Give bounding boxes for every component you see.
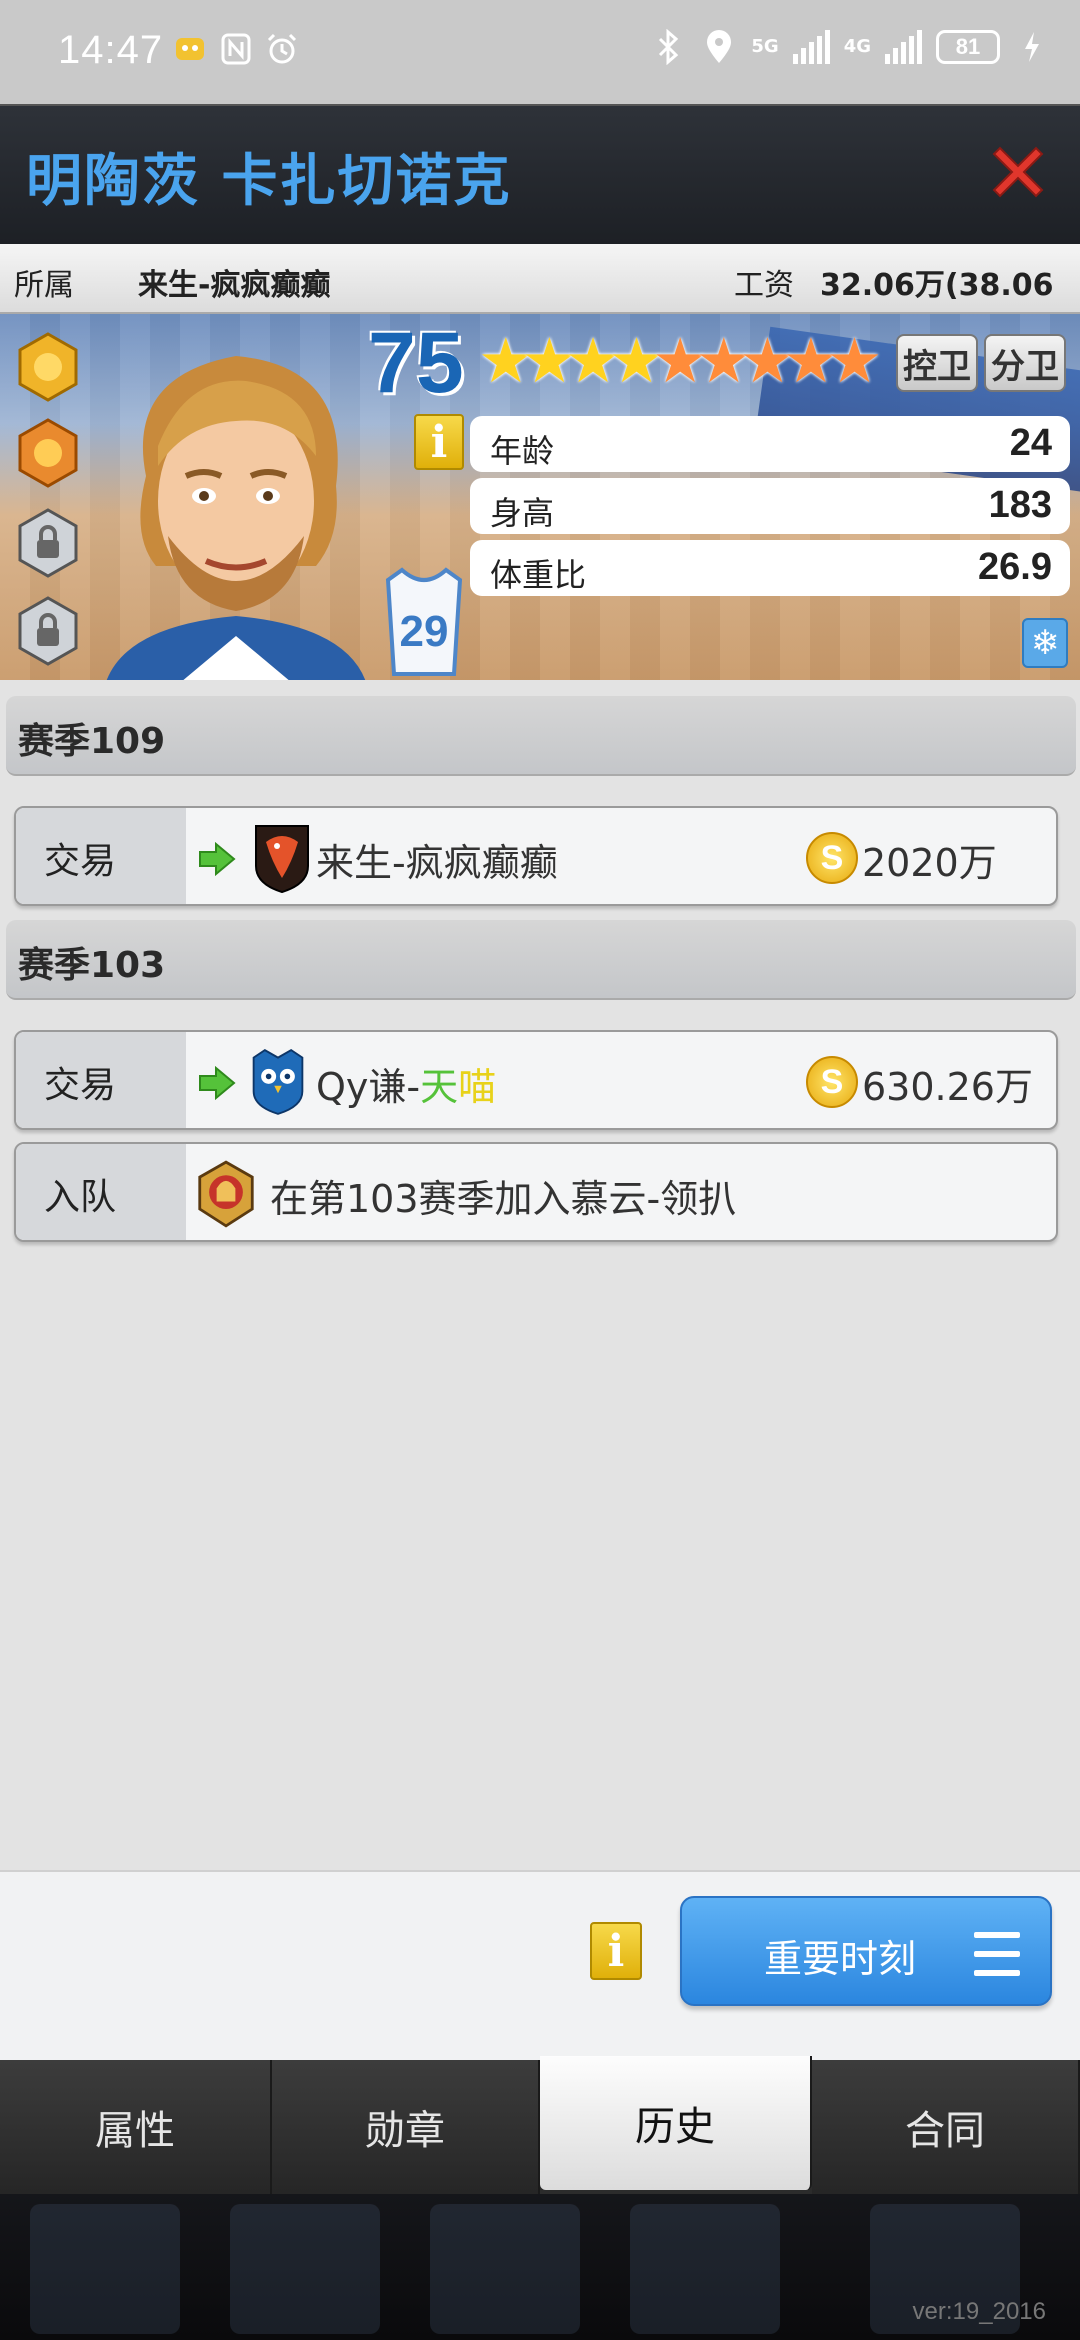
network-5g-label: 5G bbox=[751, 36, 779, 57]
version-label: ver:19_2016 bbox=[912, 2298, 1046, 2325]
signal-4g-icon bbox=[885, 30, 922, 64]
lock-icon bbox=[18, 508, 78, 578]
overall-rating: 75 bbox=[368, 315, 464, 411]
network-4g-label: 4G bbox=[843, 36, 871, 57]
jersey-icon: 29 bbox=[385, 567, 463, 676]
tab-bar: 属性 勋章 历史 合同 bbox=[0, 2056, 1080, 2194]
player-avatar bbox=[106, 356, 366, 680]
close-button[interactable] bbox=[986, 140, 1050, 204]
entry-price: 2020万 bbox=[862, 841, 997, 885]
entry-team-name: Qy谦-天喵 bbox=[316, 1056, 496, 1111]
entry-team-name: 来生-疯疯癫癫 bbox=[316, 841, 558, 885]
alarm-icon bbox=[264, 30, 300, 68]
entry-type: 交易 bbox=[16, 808, 186, 904]
locked-badge-2[interactable] bbox=[16, 596, 80, 668]
stat-label: 身高 bbox=[490, 494, 555, 532]
status-time: 14:47 bbox=[58, 28, 164, 72]
entry-type: 交易 bbox=[16, 1032, 186, 1128]
tab-attributes[interactable]: 属性 bbox=[0, 2060, 272, 2194]
entry-price: 630.26万 bbox=[862, 1065, 1033, 1109]
nav-ghost-item bbox=[230, 2204, 380, 2334]
info-icon[interactable]: i bbox=[590, 1922, 642, 1980]
team-logo-owl-icon bbox=[252, 1049, 304, 1115]
tab-history[interactable]: 历史 bbox=[540, 2056, 812, 2190]
charging-icon bbox=[1014, 28, 1050, 66]
tab-contract[interactable]: 合同 bbox=[812, 2060, 1080, 2194]
gold-badge-icon bbox=[18, 332, 78, 402]
season-title: 赛季103 bbox=[18, 945, 166, 986]
signal-5g-icon bbox=[792, 30, 830, 64]
nav-ghost-item bbox=[630, 2204, 780, 2334]
coin-icon: S bbox=[806, 1056, 858, 1108]
stat-value: 24 bbox=[1009, 422, 1052, 464]
stat-label: 体重比 bbox=[490, 556, 587, 594]
nfc-icon bbox=[218, 30, 254, 68]
gold-badge-icon bbox=[18, 418, 78, 488]
app-notification-icon bbox=[172, 30, 208, 68]
arrow-right-icon bbox=[199, 842, 236, 876]
info-icon[interactable]: i bbox=[414, 414, 464, 470]
stat-label: 年龄 bbox=[490, 432, 555, 470]
team-label: 所属 bbox=[14, 268, 74, 303]
battery-icon: 81 bbox=[936, 30, 1000, 64]
close-icon bbox=[992, 146, 1044, 198]
history-entry[interactable]: 交易 来生-疯疯癫癫 S 2020万 bbox=[14, 806, 1058, 906]
battery-level: 81 bbox=[955, 34, 981, 59]
nav-ghost-item bbox=[430, 2204, 580, 2334]
player-name-title: 明陶茨 卡扎切诺克 bbox=[26, 149, 512, 214]
key-moments-label: 重要时刻 bbox=[764, 1937, 917, 1981]
team-name-prefix: Qy谦- bbox=[316, 1065, 421, 1109]
key-moments-button[interactable]: 重要时刻 bbox=[680, 1896, 1052, 2006]
bluetooth-icon bbox=[651, 28, 687, 66]
stat-value: 26.9 bbox=[978, 546, 1052, 588]
star-icon: ★ bbox=[826, 324, 883, 397]
team-value: 来生-疯疯癫癫 bbox=[138, 268, 331, 303]
skill-badge-2[interactable] bbox=[16, 418, 80, 490]
entry-type: 入队 bbox=[16, 1144, 186, 1240]
snowflake-icon[interactable]: ❄ bbox=[1022, 618, 1068, 668]
salary-label: 工资 bbox=[734, 268, 794, 303]
team-logo-dragon-icon bbox=[255, 825, 309, 894]
nav-ghost-item bbox=[30, 2204, 180, 2334]
status-bar: 14:47 5G 4G 81 bbox=[0, 0, 1080, 104]
season-title: 赛季109 bbox=[18, 721, 166, 762]
stat-age: 年龄 24 bbox=[470, 416, 1070, 472]
position-tag-pg: 控卫 bbox=[896, 334, 978, 392]
season-header: 赛季109 bbox=[6, 696, 1076, 776]
title-bar: 明陶茨 卡扎切诺克 bbox=[0, 104, 1080, 244]
team-logo-spartan-icon bbox=[198, 1160, 254, 1228]
bottom-nav-strip: ver:19_2016 bbox=[0, 2194, 1080, 2340]
star-rating: ★ ★ ★ ★ ★ ★ ★ ★ ★ bbox=[478, 328, 882, 394]
skill-badge-1[interactable] bbox=[16, 332, 80, 404]
history-list: 赛季109 交易 来生-疯疯癫癫 S 2020万 赛季103 交易 Qy谦-天喵… bbox=[0, 680, 1080, 1870]
lock-icon bbox=[18, 596, 78, 666]
stat-height: 身高 183 bbox=[470, 478, 1070, 534]
season-header: 赛季103 bbox=[6, 920, 1076, 1000]
action-bar: i 重要时刻 bbox=[0, 1870, 1080, 2060]
tab-medals[interactable]: 勋章 bbox=[272, 2060, 540, 2194]
entry-join-text: 在第103赛季加入慕云-领扒 bbox=[270, 1177, 737, 1221]
position-tag-sg: 分卫 bbox=[984, 334, 1066, 392]
locked-badge-1[interactable] bbox=[16, 508, 80, 580]
menu-icon bbox=[974, 1932, 1020, 1976]
team-name-yellow-char: 喵 bbox=[458, 1065, 497, 1109]
coin-icon: S bbox=[806, 832, 858, 884]
location-icon bbox=[701, 28, 737, 66]
history-entry[interactable]: 交易 Qy谦-天喵 S 630.26万 bbox=[14, 1030, 1058, 1130]
player-card: 75 ★ ★ ★ ★ ★ ★ ★ ★ ★ 控卫 分卫 i 年龄 24 身高 183 体重比 26… bbox=[0, 314, 1080, 680]
jersey-number: 29 bbox=[400, 607, 449, 656]
arrow-right-icon bbox=[199, 1066, 236, 1100]
team-name-green-char: 天 bbox=[420, 1065, 459, 1109]
history-entry[interactable]: 入队 在第103赛季加入慕云-领扒 bbox=[14, 1142, 1058, 1242]
stat-value: 183 bbox=[988, 484, 1052, 526]
stat-weight-ratio: 体重比 26.9 bbox=[470, 540, 1070, 596]
team-salary-row: 所属 来生-疯疯癫癫 工资 32.06万(38.06万) bbox=[0, 244, 1080, 347]
